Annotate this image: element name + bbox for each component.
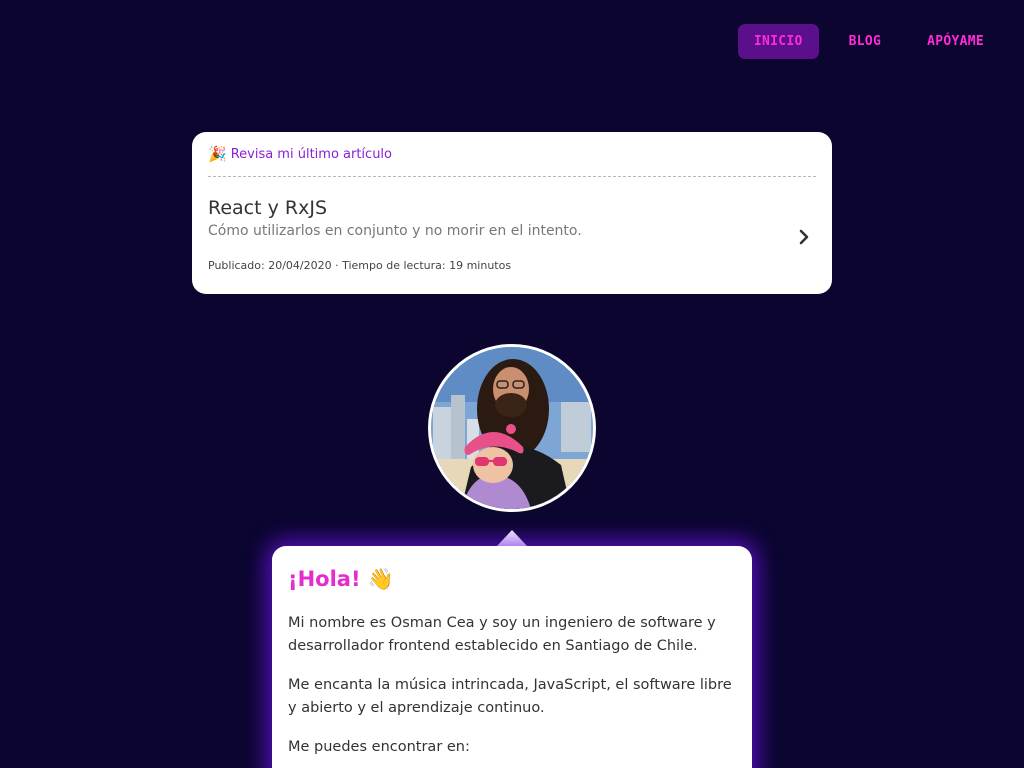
article-body: React y RxJS Cómo utilizarlos en conjunt… xyxy=(208,177,816,272)
article-meta: Publicado: 20/04/2020 · Tiempo de lectur… xyxy=(208,259,512,272)
nav-inicio[interactable]: INICIO xyxy=(737,24,819,59)
latest-article-label: Revisa mi último artículo xyxy=(230,146,393,162)
article-title[interactable]: React y RxJS xyxy=(208,197,816,219)
nav-apoyame[interactable]: APÓYAME xyxy=(911,24,1000,59)
speech-pointer xyxy=(496,530,528,547)
nav-blog[interactable]: BLOG xyxy=(833,24,898,59)
article-subtitle: Cómo utilizarlos en conjunto y no morir … xyxy=(208,223,582,239)
page: INICIO BLOG APÓYAME 🎉 Revisa mi último a… xyxy=(0,0,1024,768)
greeting-text: ¡Hola! xyxy=(288,567,361,591)
waving-hand-icon: 👋 xyxy=(367,567,394,591)
intro-paragraph: Me puedes encontrar en: xyxy=(288,739,470,755)
chevron-right-icon[interactable] xyxy=(796,229,812,245)
intro-card: ¡Hola! 👋 Mi nombre es Osman Cea y soy un… xyxy=(272,546,752,768)
latest-article-header: 🎉 Revisa mi último artículo xyxy=(208,132,816,177)
intro-paragraph: Me encanta la música intrincada, JavaScr… xyxy=(288,677,732,716)
party-popper-icon: 🎉 xyxy=(208,145,227,163)
main-nav: INICIO BLOG APÓYAME xyxy=(737,24,1000,59)
avatar-photo xyxy=(431,347,593,509)
latest-article-card[interactable]: 🎉 Revisa mi último artículo React y RxJS… xyxy=(192,132,832,294)
greeting-heading: ¡Hola! 👋 xyxy=(288,566,736,592)
intro-paragraph: Mi nombre es Osman Cea y soy un ingenier… xyxy=(288,615,716,654)
avatar xyxy=(428,344,596,512)
